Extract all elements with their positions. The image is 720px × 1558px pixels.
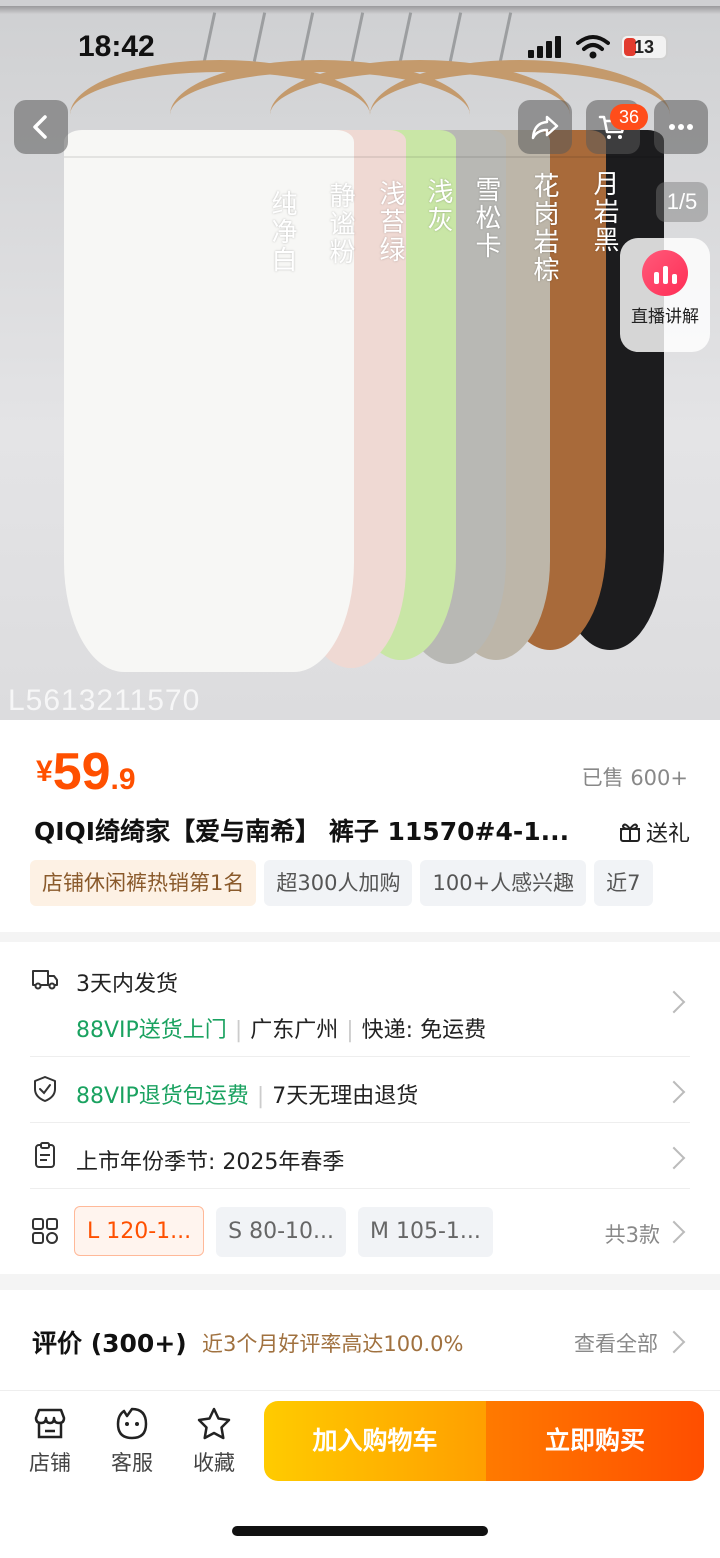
more-button[interactable] — [654, 100, 708, 154]
sku-option-s[interactable]: S 80-10... — [216, 1207, 347, 1257]
vip-delivery: 88VIP送货上门 — [76, 1018, 227, 1043]
vip-return: 88VIP退货包运费 — [76, 1084, 249, 1109]
view-all-reviews-link[interactable]: 查看全部 — [574, 1328, 658, 1358]
sku-row[interactable]: L 120-1... S 80-10... M 105-1... 共3款 — [0, 1188, 720, 1274]
product-summary-card: ¥59.9 已售 600+ QIQI绮绮家【爱与南希】 裤子 11570#4-1… — [0, 720, 720, 932]
live-icon — [642, 250, 688, 296]
live-label: 直播讲解 — [631, 307, 699, 327]
tag-more[interactable]: 近7 — [594, 860, 653, 906]
grid-icon — [32, 1218, 58, 1244]
customer-service-button[interactable]: 客服 — [100, 1405, 164, 1477]
sku-option-l[interactable]: L 120-1... — [74, 1206, 205, 1256]
pants-white — [64, 130, 354, 672]
return-row[interactable]: 88VIP退货包运费 | 7天无理由退货 — [0, 1056, 720, 1122]
service-card: 3天内发货 88VIP送货上门 | 广东广州 | 快递: 免运费 88VIP退货包运费 |… — [0, 942, 720, 1274]
favorite-label: 收藏 — [193, 1451, 235, 1475]
season-row[interactable]: 上市年份季节: 2025年春季 — [0, 1122, 720, 1188]
review-card[interactable]: 评价 (300+) 近3个月好评率高达100.0% 查看全部 — [0, 1290, 720, 1390]
service-label: 客服 — [111, 1451, 153, 1475]
price-currency: ¥ — [36, 755, 53, 788]
cart-count-badge: 36 — [610, 104, 648, 130]
tag-added-cart[interactable]: 超300人加购 — [264, 860, 413, 906]
shipping-details: 88VIP送货上门 | 广东广州 | 快递: 免运费 — [76, 1018, 487, 1043]
battery-icon: 13 — [620, 34, 668, 60]
tag-hot-rank[interactable]: 店铺休闲裤热销第1名 — [30, 860, 257, 906]
price-integer: 59 — [52, 743, 111, 801]
color-label-black: 月岩黑 — [589, 170, 619, 254]
ship-from: 广东广州 — [250, 1018, 339, 1043]
share-button[interactable] — [518, 100, 572, 154]
share-icon — [531, 115, 559, 140]
color-label-white: 纯净白 — [267, 190, 297, 274]
star-icon — [197, 1407, 231, 1440]
gift-label: 送礼 — [646, 822, 691, 847]
shop-label: 店铺 — [29, 1451, 71, 1475]
return-policy: 7天无理由退货 — [272, 1084, 419, 1109]
home-indicator[interactable] — [232, 1526, 488, 1536]
shield-check-icon — [34, 1076, 56, 1102]
price: ¥59.9 — [36, 742, 136, 802]
gift-button[interactable]: 送礼 — [618, 816, 690, 848]
season-info: 上市年份季节: 2025年春季 — [76, 1150, 345, 1175]
favorite-button[interactable]: 收藏 — [182, 1405, 246, 1477]
color-label-brown: 花岗岩棕 — [529, 172, 559, 284]
chevron-right-icon — [662, 990, 686, 1014]
gift-icon — [620, 823, 640, 842]
buy-now-button[interactable]: 立即购买 — [486, 1401, 704, 1481]
customer-service-icon — [116, 1407, 148, 1440]
battery-level: 13 — [633, 37, 655, 57]
chevron-right-icon — [662, 1330, 686, 1354]
more-dots-icon — [669, 124, 693, 130]
shop-button[interactable]: 店铺 — [18, 1405, 82, 1477]
color-label-grey: 浅灰 — [423, 178, 453, 234]
sku-count: 共3款 — [604, 1223, 660, 1247]
status-time: 18:42 — [78, 30, 155, 63]
wifi-icon — [576, 35, 610, 59]
cellular-signal-icon — [528, 36, 564, 58]
live-explain-button[interactable]: 直播讲解 — [620, 238, 710, 352]
truck-icon — [32, 970, 58, 990]
chevron-right-icon — [662, 1146, 686, 1170]
price-decimal: .9 — [110, 763, 136, 796]
sold-count: 已售 600+ — [581, 766, 688, 790]
add-to-cart-button[interactable]: 加入购物车 — [264, 1401, 486, 1481]
chevron-left-icon — [33, 115, 47, 139]
shipping-row[interactable]: 3天内发货 88VIP送货上门 | 广东广州 | 快递: 免运费 — [0, 942, 720, 1056]
tag-interest[interactable]: 100+人感兴趣 — [420, 860, 587, 906]
back-button[interactable] — [14, 100, 68, 154]
image-page-indicator: 1/5 — [656, 182, 708, 222]
color-label-khaki: 雪松卡 — [471, 176, 501, 260]
sku-option-m[interactable]: M 105-1... — [358, 1207, 493, 1257]
clipboard-icon — [35, 1142, 55, 1168]
image-watermark: L5613211570 — [8, 684, 201, 717]
return-details: 88VIP退货包运费 | 7天无理由退货 — [76, 1084, 419, 1109]
product-title[interactable]: QIQI绮绮家【爱与南希】 裤子 11570#4-1... — [34, 812, 602, 848]
chevron-right-icon — [662, 1080, 686, 1104]
chevron-right-icon — [662, 1220, 686, 1244]
express-fee: 快递: 免运费 — [361, 1018, 487, 1043]
sku-options: L 120-1... S 80-10... M 105-1... — [74, 1206, 505, 1257]
review-rate: 近3个月好评率高达100.0% — [202, 1332, 464, 1356]
review-title: 评价 (300+) — [32, 1329, 187, 1358]
store-icon — [34, 1408, 66, 1439]
color-label-pink: 静谧粉 — [325, 182, 355, 266]
shipping-time: 3天内发货 — [76, 972, 178, 997]
color-label-green: 浅苔绿 — [375, 180, 405, 264]
product-tags: 店铺休闲裤热销第1名 超300人加购 100+人感兴趣 近7 — [30, 860, 720, 908]
status-bar: 18:42 13 — [0, 0, 720, 96]
